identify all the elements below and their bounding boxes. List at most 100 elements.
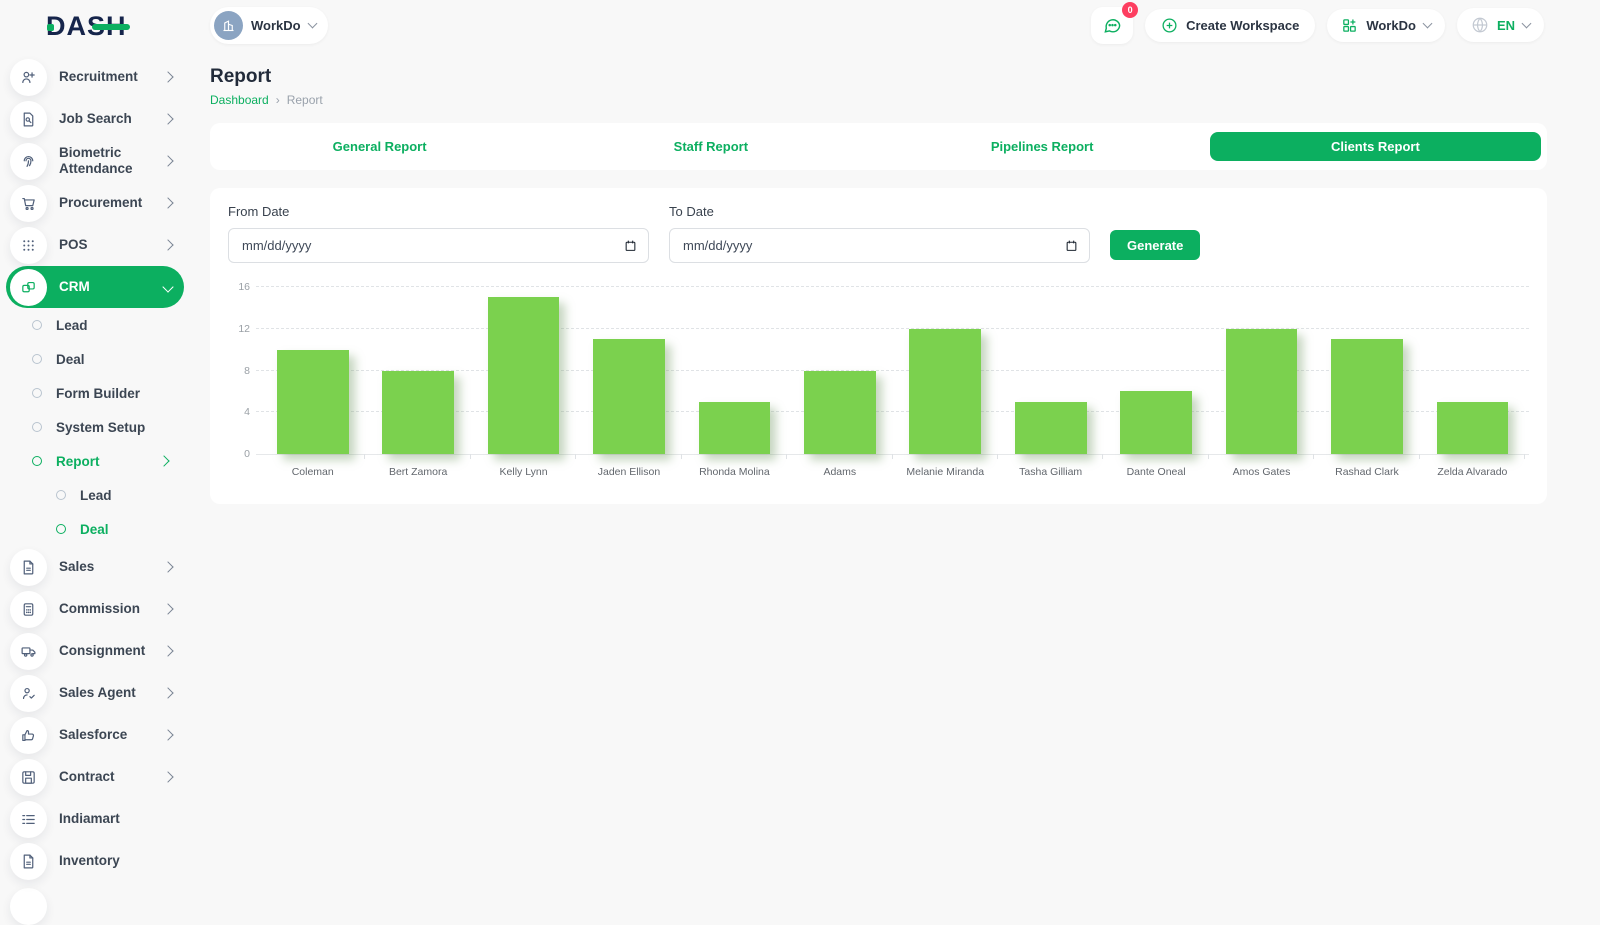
main-content: Report Dashboard › Report General Report… bbox=[210, 50, 1547, 504]
chart-bar-rhonda-molina bbox=[699, 402, 771, 454]
breadcrumb-current: Report bbox=[287, 93, 323, 107]
x-axis-label-rashad-clark: Rashad Clark bbox=[1314, 466, 1419, 478]
file-icon bbox=[10, 843, 47, 880]
chart-bar-kelly-lynn bbox=[488, 297, 560, 454]
fingerprint-icon bbox=[20, 153, 37, 170]
messages-button[interactable]: 0 bbox=[1091, 7, 1133, 44]
x-axis-label-amos-gates: Amos Gates bbox=[1209, 466, 1314, 478]
sidebar-item-salesforce[interactable]: Salesforce bbox=[6, 714, 184, 756]
from-date-label: From Date bbox=[228, 204, 649, 219]
chevron-right-icon bbox=[162, 113, 173, 124]
sidebar-item-commission[interactable]: Commission bbox=[6, 588, 184, 630]
sidebar-item-system-setup[interactable]: System Setup bbox=[6, 410, 184, 444]
sidebar-item-label: Sales bbox=[59, 559, 152, 575]
tab-general-report[interactable]: General Report bbox=[214, 132, 545, 161]
sidebar-item-lead[interactable]: Lead bbox=[6, 308, 184, 342]
from-date-input-wrap bbox=[228, 228, 649, 263]
workspace-name: WorkDo bbox=[251, 18, 301, 33]
calculator-icon bbox=[10, 591, 47, 628]
chevron-down-icon bbox=[1422, 19, 1432, 29]
report-card: From Date To Date Generate 0481216 Colem… bbox=[210, 188, 1547, 504]
sidebar-item-inventory[interactable]: Inventory bbox=[6, 840, 184, 882]
y-axis-tick-12: 12 bbox=[228, 323, 250, 335]
sidebar-item-sales[interactable]: Sales bbox=[6, 546, 184, 588]
app-logo[interactable]: DASH bbox=[6, 0, 184, 52]
sidebar-item-label: Recruitment bbox=[59, 69, 152, 85]
x-axis-label-melanie-miranda: Melanie Miranda bbox=[893, 466, 998, 478]
page-title: Report bbox=[210, 66, 1547, 88]
chart-bar-slot-rhonda-molina bbox=[682, 287, 787, 454]
truck-icon bbox=[10, 633, 47, 670]
sidebar-item-label: Procurement bbox=[59, 195, 152, 211]
chart-bar-slot-coleman bbox=[260, 287, 365, 454]
sidebar-item-label: Inventory bbox=[59, 853, 172, 869]
from-date-input[interactable] bbox=[240, 237, 624, 254]
sidebar-item-label: CRM bbox=[59, 279, 152, 295]
language-selector[interactable]: EN bbox=[1457, 8, 1544, 42]
x-axis-label-dante-oneal: Dante Oneal bbox=[1103, 466, 1208, 478]
workdo-menu-label: WorkDo bbox=[1366, 18, 1416, 33]
y-axis-tick-16: 16 bbox=[228, 281, 250, 293]
sidebar-item-indiamart[interactable]: Indiamart bbox=[6, 798, 184, 840]
sidebar-item-pos[interactable]: POS bbox=[6, 224, 184, 266]
chart-bar-jaden-ellison bbox=[593, 339, 665, 454]
x-axis-label-jaden-ellison: Jaden Ellison bbox=[576, 466, 681, 478]
x-axis-label-bert-zamora: Bert Zamora bbox=[365, 466, 470, 478]
calendar-icon[interactable] bbox=[624, 239, 637, 252]
create-workspace-button[interactable]: Create Workspace bbox=[1145, 9, 1315, 42]
chart-plot-area: 0481216 bbox=[256, 287, 1529, 455]
chevron-right-icon bbox=[158, 455, 169, 466]
to-date-label: To Date bbox=[669, 204, 1090, 219]
sidebar-item-lead[interactable]: Lead bbox=[6, 478, 184, 512]
sidebar-item-deal[interactable]: Deal bbox=[6, 342, 184, 376]
chart-bar-slot-kelly-lynn bbox=[471, 287, 576, 454]
x-axis-label-coleman: Coleman bbox=[260, 466, 365, 478]
bullet-icon bbox=[32, 422, 42, 432]
sidebar-item-biometric-attendance[interactable]: Biometric Attendance bbox=[6, 140, 184, 182]
file-search-icon bbox=[20, 111, 37, 128]
globe-icon bbox=[1471, 16, 1489, 34]
thumbs-up-icon bbox=[10, 717, 47, 754]
workdo-menu-button[interactable]: WorkDo bbox=[1327, 9, 1445, 42]
sidebar-item-label: Contract bbox=[59, 769, 152, 785]
sidebar-item-consignment[interactable]: Consignment bbox=[6, 630, 184, 672]
sidebar-item-recruitment[interactable]: Recruitment bbox=[6, 56, 184, 98]
sidebar-item-report[interactable]: Report bbox=[6, 444, 184, 478]
breadcrumb-separator: › bbox=[276, 93, 280, 107]
sidebar-item-procurement[interactable]: Procurement bbox=[6, 182, 184, 224]
calendar-icon[interactable] bbox=[1065, 239, 1078, 252]
file-icon bbox=[10, 549, 47, 586]
sidebar-item-sales-agent[interactable]: Sales Agent bbox=[6, 672, 184, 714]
sidebar-item-crm[interactable]: CRM bbox=[6, 266, 184, 308]
sidebar-item-form-builder[interactable]: Form Builder bbox=[6, 376, 184, 410]
x-axis-label-zelda-alvarado: Zelda Alvarado bbox=[1420, 466, 1525, 478]
user-check-icon bbox=[20, 685, 37, 702]
x-axis-label-tasha-gilliam: Tasha Gilliam bbox=[998, 466, 1103, 478]
chart-bar-slot-dante-oneal bbox=[1103, 287, 1208, 454]
plus-circle-icon bbox=[1161, 17, 1178, 34]
bullet-icon bbox=[56, 524, 66, 534]
x-axis-label-adams: Adams bbox=[787, 466, 892, 478]
chart-bar-amos-gates bbox=[1226, 329, 1298, 454]
breadcrumb-dashboard-link[interactable]: Dashboard bbox=[210, 93, 269, 107]
tab-pipelines-report[interactable]: Pipelines Report bbox=[877, 132, 1208, 161]
generate-button[interactable]: Generate bbox=[1110, 230, 1200, 260]
sidebar-item-deal[interactable]: Deal bbox=[6, 512, 184, 546]
topbar-actions: 0 Create Workspace WorkDo EN bbox=[1091, 7, 1544, 44]
chevron-right-icon bbox=[162, 561, 173, 572]
tab-staff-report[interactable]: Staff Report bbox=[545, 132, 876, 161]
bullet-icon bbox=[32, 456, 42, 466]
sidebar-subitem-label: Deal bbox=[80, 522, 168, 537]
workspace-switcher[interactable]: WorkDo bbox=[210, 7, 328, 44]
x-axis-label-kelly-lynn: Kelly Lynn bbox=[471, 466, 576, 478]
sidebar-item-contract[interactable]: Contract bbox=[6, 756, 184, 798]
chevron-right-icon bbox=[162, 71, 173, 82]
sidebar-item-label: Biometric Attendance bbox=[59, 145, 152, 177]
thumbs-up-icon bbox=[20, 727, 37, 744]
to-date-input[interactable] bbox=[681, 237, 1065, 254]
tab-clients-report[interactable]: Clients Report bbox=[1210, 132, 1541, 161]
user-plus-icon bbox=[20, 69, 37, 86]
topbar: WorkDo 0 Create Workspace WorkDo EN bbox=[190, 0, 1600, 50]
sidebar-item-label: Indiamart bbox=[59, 811, 172, 827]
sidebar-item-job-search[interactable]: Job Search bbox=[6, 98, 184, 140]
